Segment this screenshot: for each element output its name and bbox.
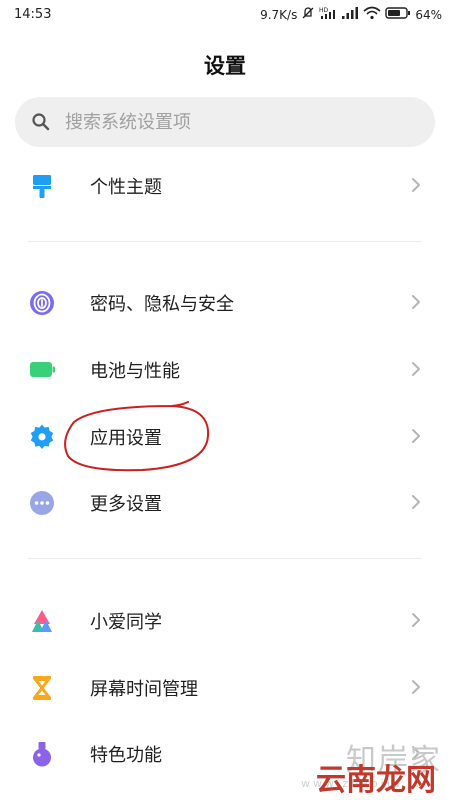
page-title: 设置 bbox=[204, 54, 246, 78]
xiaoai-icon bbox=[32, 610, 52, 632]
chevron-right-icon bbox=[412, 295, 420, 309]
flask-icon bbox=[33, 742, 51, 767]
settings-item-screen-time[interactable]: 屏幕时间管理 bbox=[0, 656, 450, 716]
chevron-right-icon bbox=[412, 495, 420, 509]
wifi-icon bbox=[363, 6, 381, 24]
search-bar[interactable] bbox=[15, 97, 435, 147]
settings-item-label: 屏幕时间管理 bbox=[90, 679, 198, 700]
theme-brush-icon bbox=[33, 175, 51, 198]
settings-item-more[interactable]: 更多设置 bbox=[0, 471, 450, 531]
settings-item-label: 电池与性能 bbox=[90, 361, 180, 382]
settings-item-label: 更多设置 bbox=[90, 494, 162, 515]
hd-icon: HD bbox=[319, 6, 337, 24]
status-right: 9.7K/s HD 64% bbox=[260, 6, 442, 24]
battery-icon bbox=[385, 6, 411, 24]
mute-icon bbox=[301, 6, 315, 24]
chevron-right-icon bbox=[412, 680, 420, 694]
settings-item-label: 密码、隐私与安全 bbox=[90, 294, 234, 315]
gear-icon bbox=[30, 424, 54, 449]
watermark: 知岸家 www.zhaojia... 云南龙网 bbox=[301, 735, 442, 798]
chevron-right-icon bbox=[412, 429, 420, 443]
svg-text:HD: HD bbox=[319, 7, 329, 14]
network-speed: 9.7K/s bbox=[260, 8, 298, 22]
search-icon bbox=[32, 113, 50, 131]
chevron-right-icon bbox=[412, 178, 420, 192]
search-input[interactable] bbox=[63, 110, 407, 134]
status-bar: 14:53 9.7K/s HD 64% bbox=[0, 0, 450, 32]
section-divider bbox=[28, 558, 422, 559]
section-divider bbox=[28, 241, 422, 242]
settings-item-privacy[interactable]: 密码、隐私与安全 bbox=[0, 271, 450, 331]
annotation-circle bbox=[64, 401, 210, 472]
signal-icon bbox=[341, 6, 359, 24]
chevron-right-icon bbox=[412, 362, 420, 376]
hourglass-icon bbox=[33, 676, 51, 700]
more-dots-icon bbox=[30, 491, 54, 515]
status-time: 14:53 bbox=[14, 7, 52, 22]
fingerprint-icon bbox=[30, 291, 54, 315]
settings-item-theme[interactable]: 个性主题 bbox=[0, 154, 450, 214]
settings-item-label: 个性主题 bbox=[90, 177, 162, 198]
settings-item-xiaoai[interactable]: 小爱同学 bbox=[0, 589, 450, 649]
battery-percent: 64% bbox=[415, 8, 442, 22]
chevron-right-icon bbox=[412, 613, 420, 627]
settings-item-battery[interactable]: 电池与性能 bbox=[0, 338, 450, 398]
settings-item-label: 特色功能 bbox=[90, 745, 162, 766]
settings-item-label: 小爱同学 bbox=[90, 612, 162, 633]
watermark-main-text: 云南龙网 bbox=[316, 763, 436, 798]
battery-icon bbox=[30, 362, 55, 377]
